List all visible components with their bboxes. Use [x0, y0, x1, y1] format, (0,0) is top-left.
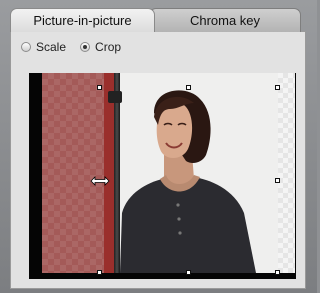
tab-chroma-key-label: Chroma key: [189, 13, 261, 28]
horizontal-resize-cursor-icon[interactable]: [90, 176, 110, 186]
crop-handle-bottom-center[interactable]: [186, 270, 191, 275]
pip-panel: Picture-in-picture Chroma key Scale Crop: [0, 0, 317, 293]
crop-radio[interactable]: [80, 42, 91, 52]
woman-figure: [120, 90, 256, 273]
crop-handle-top-right[interactable]: [275, 85, 280, 90]
scale-radio-label[interactable]: Scale: [36, 40, 66, 54]
tab-chroma-key[interactable]: Chroma key: [149, 8, 301, 32]
video-preview[interactable]: [42, 73, 295, 273]
mode-radio-group: Scale Crop: [21, 38, 135, 56]
crop-radio-label[interactable]: Crop: [95, 40, 121, 54]
crop-handle-top-left[interactable]: [97, 85, 102, 90]
tab-picture-in-picture[interactable]: Picture-in-picture: [10, 8, 155, 32]
crop-handle-bottom-left[interactable]: [97, 270, 102, 275]
scale-radio[interactable]: [21, 42, 31, 52]
crop-handle-top-center[interactable]: [186, 85, 191, 90]
crop-handle-bottom-right[interactable]: [275, 270, 280, 275]
crop-handle-middle-right[interactable]: [275, 178, 280, 183]
tab-bar: Picture-in-picture Chroma key: [10, 8, 313, 32]
tab-picture-in-picture-label: Picture-in-picture: [33, 13, 132, 28]
